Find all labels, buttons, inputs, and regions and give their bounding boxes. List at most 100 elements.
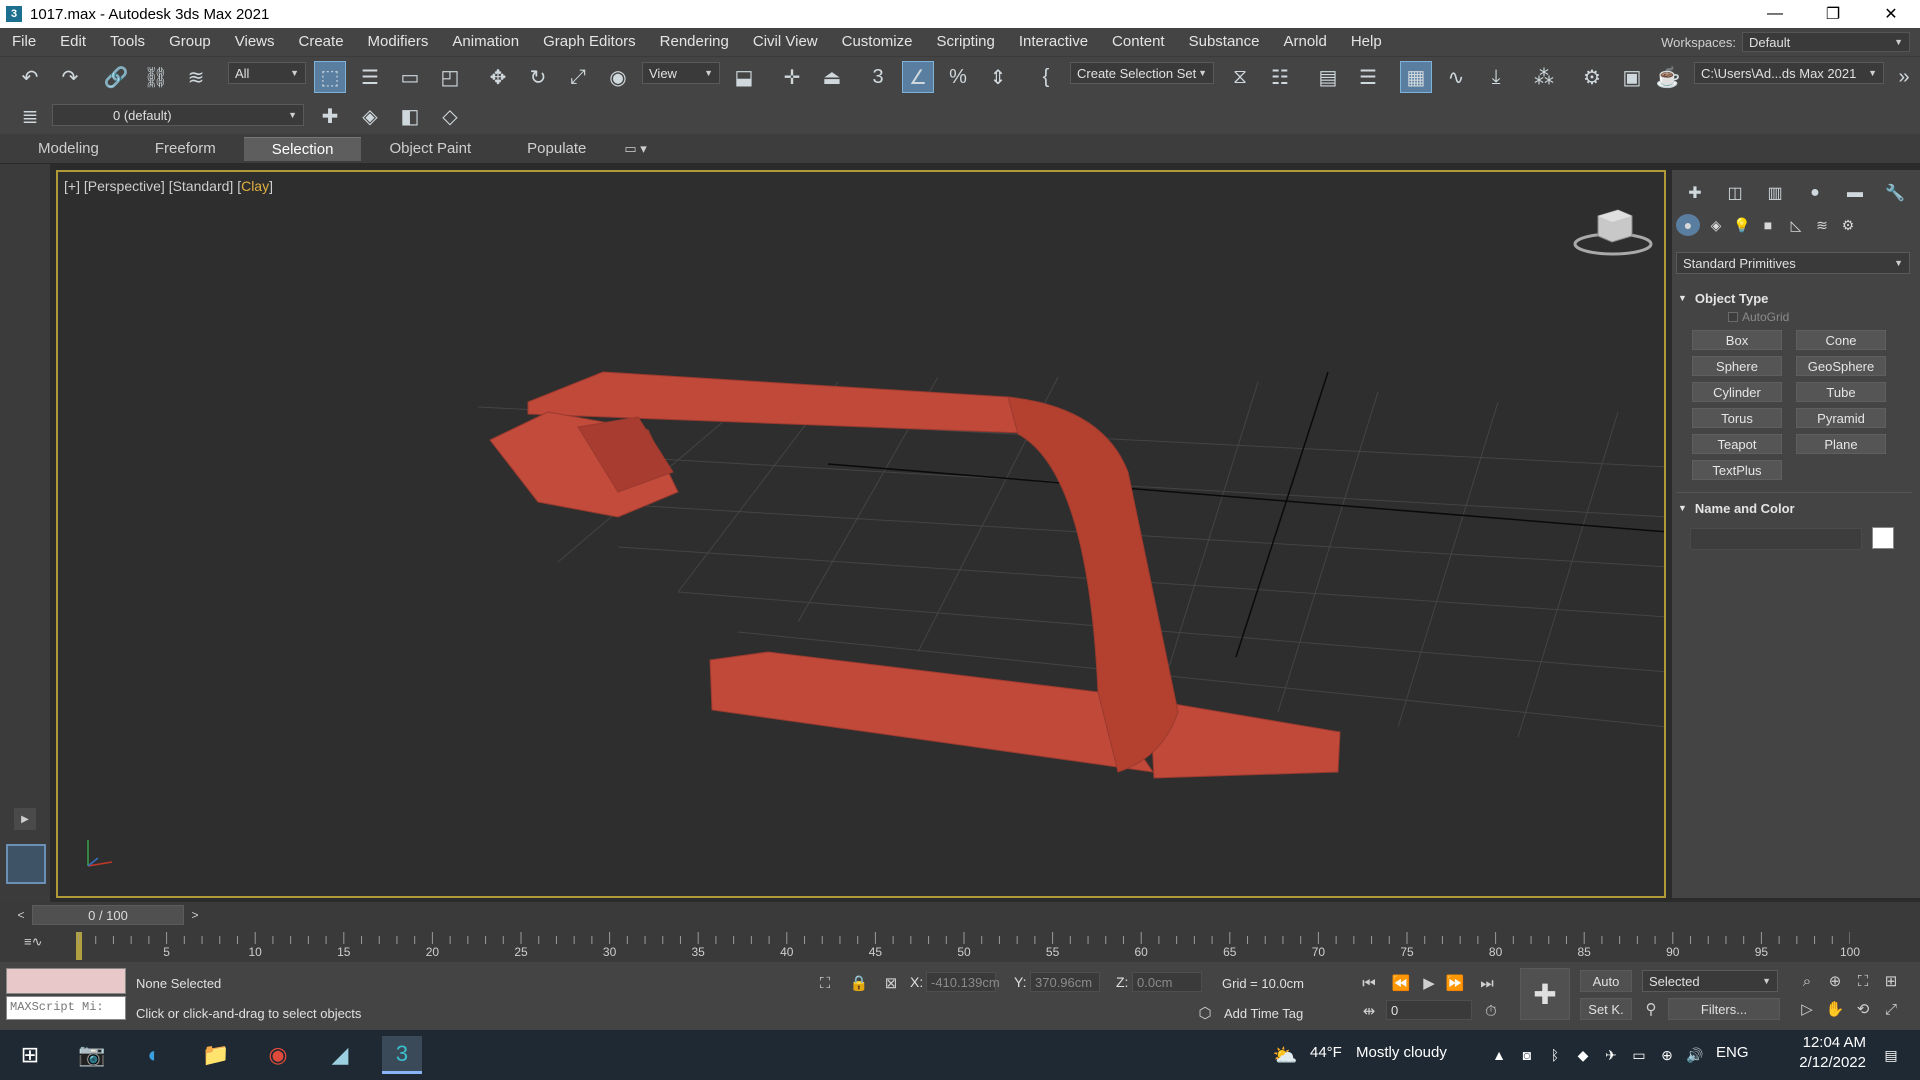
cylinder-button[interactable]: Cylinder (1692, 382, 1782, 402)
set-key-button[interactable]: Set K. (1580, 998, 1632, 1020)
reference-coordinate-dropdown[interactable]: View ▼ (642, 62, 720, 84)
menu-tools[interactable]: Tools (98, 28, 157, 56)
layer-explorer-icon[interactable]: ▤ (1312, 61, 1344, 93)
add-to-layer-icon[interactable]: ◈ (354, 100, 386, 132)
weather-temperature[interactable]: 44°F (1310, 1044, 1342, 1061)
y-coordinate-field[interactable]: 370.96cm (1030, 972, 1100, 992)
placement-icon[interactable]: ◉ (602, 61, 634, 93)
move-icon[interactable]: ✥ (482, 61, 514, 93)
tab-selection[interactable]: Selection (243, 136, 362, 161)
menu-content[interactable]: Content (1100, 28, 1177, 56)
rotate-icon[interactable]: ↻ (522, 61, 554, 93)
chrome-browser-icon[interactable]: ◉ (258, 1036, 298, 1074)
current-frame-field[interactable]: 0 (1386, 1000, 1472, 1020)
display-panel-icon[interactable]: ▬ (1840, 180, 1870, 206)
z-coordinate-field[interactable]: 0.0cm (1132, 972, 1202, 992)
selection-lock-icon[interactable]: 🔒 (848, 972, 870, 994)
bluetooth-icon[interactable]: ᛒ (1544, 1044, 1566, 1066)
perspective-viewport[interactable]: [+] [Perspective] [Standard] [Clay] (56, 170, 1666, 898)
selection-set-dropdown[interactable]: Create Selection Set ▼ (1070, 62, 1214, 84)
menu-civil-view[interactable]: Civil View (741, 28, 830, 56)
curve-editor-toggle-icon[interactable]: ≡∿ (24, 934, 42, 950)
keyboard-shortcut-override-icon[interactable]: ⏏ (816, 61, 848, 93)
plane-button[interactable]: Plane (1796, 434, 1886, 454)
menu-interactive[interactable]: Interactive (1007, 28, 1100, 56)
align-icon[interactable]: ☷ (1264, 61, 1296, 93)
tab-freeform[interactable]: Freeform (127, 137, 244, 161)
maxscript-input[interactable]: MAXScript Mi: (6, 996, 126, 1020)
snap-3d-icon[interactable]: 3 (862, 61, 894, 93)
zoom-icon[interactable]: ⌕ (1796, 970, 1818, 992)
helpers-icon[interactable]: ◺ (1784, 214, 1808, 236)
angle-snap-icon[interactable]: ∠ (902, 61, 934, 93)
mirror-icon[interactable]: ⧖ (1224, 61, 1256, 93)
select-by-name-icon[interactable]: ☰ (354, 61, 386, 93)
cone-button[interactable]: Cone (1796, 330, 1886, 350)
menu-customize[interactable]: Customize (830, 28, 925, 56)
maxscript-output[interactable] (6, 968, 126, 994)
menu-graph-editors[interactable]: Graph Editors (531, 28, 648, 56)
tube-button[interactable]: Tube (1796, 382, 1886, 402)
next-frame-icon[interactable]: ⏩ (1444, 972, 1466, 994)
torus-button[interactable]: Torus (1692, 408, 1782, 428)
isolate-selection-icon[interactable]: ⛶ (814, 972, 836, 994)
globe-icon[interactable]: ⊕ (1656, 1044, 1678, 1066)
clock-date[interactable]: 2/12/2022 (1786, 1054, 1866, 1071)
volume-icon[interactable]: 🔊 (1684, 1044, 1706, 1066)
toolbar-overflow-icon[interactable]: » (1888, 61, 1920, 93)
project-folder-dropdown[interactable]: C:\Users\Ad...ds Max 2021 ▼ (1694, 62, 1884, 84)
window-crossing-icon[interactable]: ◰ (434, 61, 466, 93)
schematic-view-icon[interactable]: ⤓ (1480, 61, 1512, 93)
orbit-icon[interactable]: ⟲ (1852, 998, 1874, 1020)
undo-icon[interactable]: ↶ (14, 61, 46, 93)
spinner-snap-icon[interactable]: ⇕ (982, 61, 1014, 93)
drive-icon[interactable]: ▲ (1488, 1044, 1510, 1066)
object-type-rollout[interactable]: ▼ Object Type (1678, 288, 1910, 308)
pan-icon[interactable]: ✋ (1824, 998, 1846, 1020)
field-of-view-icon[interactable]: ▷ (1796, 998, 1818, 1020)
create-panel-icon[interactable]: ✚ (1680, 180, 1710, 206)
zoom-all-icon[interactable]: ⊕ (1824, 970, 1846, 992)
x-coordinate-field[interactable]: -410.139cm (926, 972, 1000, 992)
layer-dropdown[interactable]: 0 (default) ▼ (52, 104, 304, 126)
shapes-icon[interactable]: ◈ (1704, 214, 1728, 236)
select-object-icon[interactable]: ⬚ (314, 61, 346, 93)
play-icon[interactable]: ▶ (1418, 972, 1440, 994)
track-bar[interactable]: ≡∿ 5 10 15 20 25 30 35 40 45 50 55 60 65 70 75 80 85 90 95… (0, 928, 1920, 962)
absolute-transform-icon[interactable]: ⊠ (880, 972, 902, 994)
expand-icon[interactable]: ▶ (14, 808, 36, 830)
key-filters-icon[interactable]: ⚲ (1640, 998, 1662, 1020)
geosphere-button[interactable]: GeoSphere (1796, 356, 1886, 376)
name-and-color-rollout[interactable]: ▼ Name and Color (1678, 498, 1910, 518)
goto-start-icon[interactable]: ⏮ (1358, 972, 1380, 994)
menu-animation[interactable]: Animation (440, 28, 531, 56)
unlink-icon[interactable]: ⛓ (140, 61, 172, 93)
object-color-swatch[interactable] (1872, 527, 1894, 549)
teapot-button[interactable]: Teapot (1692, 434, 1782, 454)
textplus-button[interactable]: TextPlus (1692, 460, 1782, 480)
menu-scripting[interactable]: Scripting (924, 28, 1006, 56)
rendered-frame-window-icon[interactable]: ▣ (1616, 61, 1648, 93)
menu-edit[interactable]: Edit (48, 28, 98, 56)
layer-manager-icon[interactable]: ≣ (14, 100, 46, 132)
bind-space-warp-icon[interactable]: ≋ (180, 61, 212, 93)
goto-end-icon[interactable]: ⏭ (1476, 972, 1498, 994)
time-slider-next[interactable]: > (186, 905, 204, 925)
time-slider-prev[interactable]: < (12, 905, 30, 925)
set-current-layer-icon[interactable]: ◇ (434, 100, 466, 132)
box-button[interactable]: Box (1692, 330, 1782, 350)
nvidia-icon[interactable]: ◙ (1516, 1044, 1538, 1066)
redo-icon[interactable]: ↷ (54, 61, 86, 93)
toggle-ribbon-icon[interactable]: ☰ (1352, 61, 1384, 93)
primitive-category-dropdown[interactable]: Standard Primitives ▼ (1676, 252, 1910, 274)
create-new-layer-icon[interactable]: ✚ (314, 100, 346, 132)
systems-icon[interactable]: ⚙ (1836, 214, 1860, 236)
lights-icon[interactable]: 💡 (1730, 214, 1754, 236)
viewport-layout-icon[interactable] (6, 844, 46, 884)
minimize-button[interactable]: — (1746, 0, 1804, 28)
add-time-tag[interactable]: Add Time Tag (1224, 1006, 1303, 1021)
autogrid-checkbox[interactable]: AutoGrid (1728, 310, 1789, 324)
windows-start-icon[interactable]: ⊞ (10, 1036, 50, 1074)
menu-modifiers[interactable]: Modifiers (356, 28, 441, 56)
camera-app-icon[interactable]: 📷 (72, 1036, 112, 1074)
